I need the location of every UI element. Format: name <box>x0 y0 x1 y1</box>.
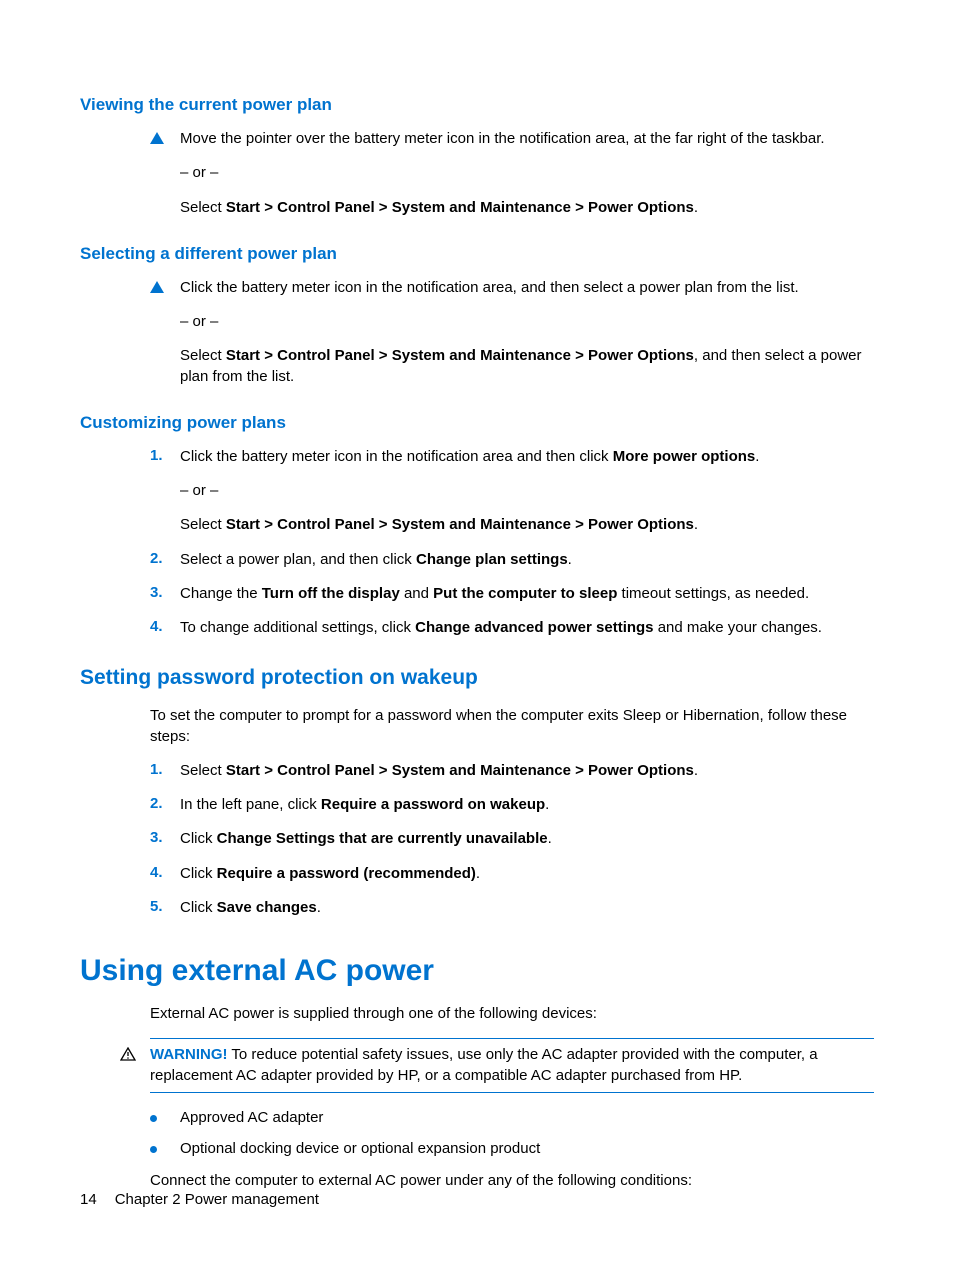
paragraph: Change the Turn off the display and Put … <box>180 584 874 604</box>
item-content: Move the pointer over the battery meter … <box>180 129 874 218</box>
paragraph: Select Start > Control Panel > System an… <box>180 346 874 387</box>
list-item: Click the battery meter icon in the noti… <box>150 278 874 387</box>
item-content: Click Change Settings that are currently… <box>180 829 874 849</box>
paragraph: Move the pointer over the battery meter … <box>180 129 874 149</box>
list-item: 4. To change additional settings, click … <box>150 618 874 638</box>
step-number: 5. <box>150 898 180 915</box>
paragraph: Click Save changes. <box>180 898 874 918</box>
block: Click the battery meter icon in the noti… <box>150 278 874 387</box>
ordered-list: 1. Click the battery meter icon in the n… <box>150 447 874 639</box>
item-content: Select a power plan, and then click Chan… <box>180 550 874 570</box>
step-number: 2. <box>150 550 180 567</box>
item-content: Click Require a password (recommended). <box>180 864 874 884</box>
paragraph: Select Start > Control Panel > System an… <box>180 761 874 781</box>
paragraph: Click Require a password (recommended). <box>180 864 874 884</box>
triangle-icon <box>150 129 180 148</box>
paragraph: Click Change Settings that are currently… <box>180 829 874 849</box>
page-number: 14 <box>80 1191 97 1208</box>
item-content: To change additional settings, click Cha… <box>180 618 874 638</box>
block: Move the pointer over the battery meter … <box>150 129 874 218</box>
paragraph: In the left pane, click Require a passwo… <box>180 795 874 815</box>
bullet-icon <box>150 1140 180 1157</box>
ordered-list: 1. Select Start > Control Panel > System… <box>150 761 874 918</box>
chapter-label: Chapter 2 Power management <box>115 1191 319 1208</box>
item-content: Click Save changes. <box>180 898 874 918</box>
heading-viewing-power-plan: Viewing the current power plan <box>80 95 874 115</box>
item-content: Change the Turn off the display and Put … <box>180 584 874 604</box>
page-footer: 14 Chapter 2 Power management <box>80 1191 319 1208</box>
step-number: 3. <box>150 584 180 601</box>
triangle-icon <box>150 278 180 297</box>
list-item: 5. Click Save changes. <box>150 898 874 918</box>
warning-icon <box>120 1045 150 1065</box>
list-item: 3. Change the Turn off the display and P… <box>150 584 874 604</box>
warning-label: WARNING! <box>150 1046 228 1063</box>
item-content: Select Start > Control Panel > System an… <box>180 761 874 781</box>
step-number: 1. <box>150 761 180 778</box>
list-item: Approved AC adapter <box>150 1109 874 1126</box>
paragraph: Click the battery meter icon in the noti… <box>180 447 874 467</box>
page: Viewing the current power plan Move the … <box>0 0 954 1270</box>
paragraph: To set the computer to prompt for a pass… <box>150 706 874 747</box>
or-separator: – or – <box>180 163 874 183</box>
list-item: 1. Click the battery meter icon in the n… <box>150 447 874 536</box>
step-number: 4. <box>150 864 180 881</box>
step-number: 2. <box>150 795 180 812</box>
block: 1. Select Start > Control Panel > System… <box>150 761 874 918</box>
list-item: 3. Click Change Settings that are curren… <box>150 829 874 849</box>
heading-password-protection: Setting password protection on wakeup <box>80 666 874 690</box>
list-item: 2. Select a power plan, and then click C… <box>150 550 874 570</box>
step-number: 4. <box>150 618 180 635</box>
heading-selecting-power-plan: Selecting a different power plan <box>80 244 874 264</box>
bullet-icon <box>150 1109 180 1126</box>
heading-customizing-power-plans: Customizing power plans <box>80 413 874 433</box>
paragraph: To change additional settings, click Cha… <box>180 618 874 638</box>
list-item: Move the pointer over the battery meter … <box>150 129 874 218</box>
item-content: Click the battery meter icon in the noti… <box>180 447 874 536</box>
paragraph: External AC power is supplied through on… <box>150 1004 874 1024</box>
warning-text: WARNING! To reduce potential safety issu… <box>150 1045 874 1086</box>
item-content: Click the battery meter icon in the noti… <box>180 278 874 387</box>
step-number: 1. <box>150 447 180 464</box>
list-item: 4. Click Require a password (recommended… <box>150 864 874 884</box>
warning-box: WARNING! To reduce potential safety issu… <box>150 1038 874 1093</box>
list-item: Optional docking device or optional expa… <box>150 1140 874 1157</box>
item-text: Approved AC adapter <box>180 1109 874 1126</box>
paragraph: Select Start > Control Panel > System an… <box>180 198 874 218</box>
or-separator: – or – <box>180 312 874 332</box>
item-content: In the left pane, click Require a passwo… <box>180 795 874 815</box>
step-number: 3. <box>150 829 180 846</box>
paragraph: Select Start > Control Panel > System an… <box>180 515 874 535</box>
paragraph: Connect the computer to external AC powe… <box>150 1171 874 1191</box>
paragraph: Click the battery meter icon in the noti… <box>180 278 874 298</box>
bullet-list: Approved AC adapter Optional docking dev… <box>150 1109 874 1157</box>
item-text: Optional docking device or optional expa… <box>180 1140 874 1157</box>
heading-using-external-ac-power: Using external AC power <box>80 954 874 988</box>
paragraph: Select a power plan, and then click Chan… <box>180 550 874 570</box>
or-separator: – or – <box>180 481 874 501</box>
list-item: 2. In the left pane, click Require a pas… <box>150 795 874 815</box>
block: 1. Click the battery meter icon in the n… <box>150 447 874 639</box>
list-item: 1. Select Start > Control Panel > System… <box>150 761 874 781</box>
